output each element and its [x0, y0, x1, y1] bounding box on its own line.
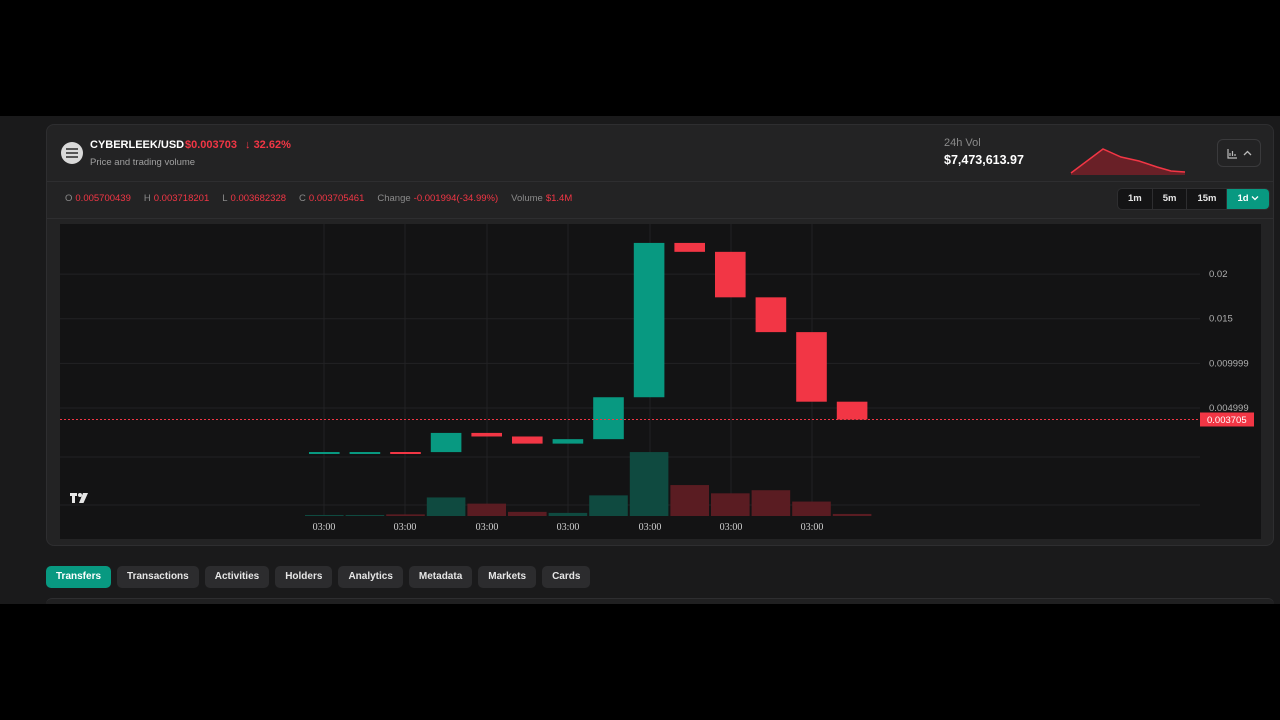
volume-bar	[467, 503, 506, 516]
candle	[349, 452, 381, 455]
candle	[593, 397, 624, 440]
volume-bar	[426, 497, 466, 516]
price-change-pct: 32.62%	[253, 139, 291, 151]
time-tick-label: 03:00	[639, 522, 662, 533]
volume-value: $7,473,613.97	[944, 153, 1024, 167]
price-change: ↓ 32.62%	[245, 139, 291, 151]
chevron-up-icon	[1243, 150, 1251, 156]
time-tick-label: 03:00	[720, 522, 743, 533]
price-tick-label: 0.009999	[1209, 358, 1249, 369]
high-value: 0.003718201	[153, 193, 210, 204]
current-price: $0.003703	[185, 139, 237, 151]
volume-label: 24h Vol	[944, 137, 981, 149]
volume-bar-value: $1.4M	[545, 193, 573, 204]
close-label: C	[299, 193, 306, 204]
volume-bar	[792, 501, 831, 516]
candle	[796, 332, 827, 402]
candle	[836, 401, 868, 420]
time-tick-label: 03:00	[313, 522, 336, 533]
tab-markets[interactable]: Markets	[478, 566, 537, 588]
volume-bar	[386, 514, 425, 516]
price-tick-label: 0.02	[1209, 269, 1228, 280]
time-tick-label: 03:00	[476, 522, 499, 533]
volume-bar-label: Volume	[511, 193, 543, 204]
interval-5m-button[interactable]: 5m	[1153, 189, 1188, 209]
interval-15m-button[interactable]: 15m	[1187, 189, 1228, 209]
candlestick-chart-svg: 0.02 0.015 0.009999 0.004999 03:00 03:00 03:00…	[60, 224, 1254, 533]
tab-analytics[interactable]: Analytics	[338, 566, 403, 588]
candle	[633, 242, 665, 398]
tab-holders[interactable]: Holders	[275, 566, 333, 588]
time-tick-label: 03:00	[394, 522, 417, 533]
candle	[430, 432, 462, 453]
volume-bar	[832, 513, 872, 516]
price-chart-card: CYBERLEEK/USD $0.003703 ↓ 32.62% Price a…	[46, 124, 1274, 546]
app-root: CYBERLEEK/USD $0.003703 ↓ 32.62% Price a…	[0, 116, 1280, 604]
candle	[512, 436, 543, 444]
chart-subtitle: Price and trading volume	[90, 157, 196, 168]
time-tick-label: 03:00	[557, 522, 580, 533]
chart-icon	[1226, 148, 1237, 159]
volume-bar	[508, 511, 547, 516]
divider	[47, 218, 1273, 219]
token-icon	[61, 142, 83, 164]
tab-activities[interactable]: Activities	[204, 566, 270, 588]
volume-bar	[711, 493, 750, 516]
volume-bar	[305, 514, 344, 516]
low-label: L	[222, 193, 228, 204]
candlestick-chart[interactable]: 0.02 0.015 0.009999 0.004999 03:00 03:00 03:00…	[60, 224, 1261, 539]
volume-bar	[670, 485, 709, 516]
tab-cards[interactable]: Cards	[542, 566, 591, 588]
candle	[755, 297, 787, 333]
volume-bar	[589, 495, 628, 516]
price-tick-label: 0.015	[1209, 314, 1233, 325]
candle	[471, 432, 502, 437]
current-price-label: 0.003705	[1207, 415, 1247, 426]
interval-selector: 1m 5m 15m 1d	[1117, 188, 1271, 210]
tab-transactions[interactable]: Transactions	[117, 566, 199, 588]
tradingview-logo-part	[78, 493, 82, 497]
bottom-tabs: Transfers Transactions Activities Holder…	[46, 566, 591, 588]
high-label: H	[143, 193, 151, 204]
tradingview-logo-part	[72, 493, 75, 503]
candle	[715, 251, 746, 298]
interval-1d-label: 1d	[1237, 193, 1249, 204]
close-value: 0.003705461	[308, 193, 365, 204]
open-value: 0.005700439	[75, 193, 131, 204]
candle	[390, 452, 421, 455]
candle	[309, 452, 340, 455]
time-tick-label: 03:00	[801, 522, 824, 533]
tradingview-logo-icon	[70, 493, 88, 503]
volume-sparkline	[1070, 148, 1186, 175]
ohlc-bar: O 0.005700439 H 0.003718201 L 0.003682328 C…	[65, 193, 585, 204]
chart-toggle-button[interactable]	[1217, 139, 1261, 167]
change-label: Change	[377, 193, 411, 204]
pair-name: CYBERLEEK/USD	[90, 139, 185, 151]
next-panel-edge	[46, 598, 1274, 604]
price-tick-label: 0.004999	[1209, 403, 1249, 414]
volume-bar	[548, 512, 588, 516]
tab-transfers[interactable]: Transfers	[46, 566, 112, 588]
down-arrow-icon: ↓	[245, 139, 251, 151]
volume-bar	[629, 452, 669, 516]
interval-1d-button[interactable]: 1d	[1227, 189, 1270, 209]
chevron-down-icon	[1251, 196, 1259, 201]
low-value: 0.003682328	[230, 193, 287, 204]
tab-metadata[interactable]: Metadata	[408, 566, 473, 588]
volume-bar	[345, 514, 385, 516]
change-value: -0.001994(-34.99%)	[413, 193, 499, 204]
interval-1m-button[interactable]: 1m	[1118, 189, 1153, 209]
open-label: O	[65, 193, 73, 204]
chart-header: CYBERLEEK/USD $0.003703 ↓ 32.62% Price a…	[47, 125, 1273, 182]
candle	[552, 439, 584, 444]
volume-bar	[751, 490, 791, 516]
candle	[674, 242, 705, 252]
